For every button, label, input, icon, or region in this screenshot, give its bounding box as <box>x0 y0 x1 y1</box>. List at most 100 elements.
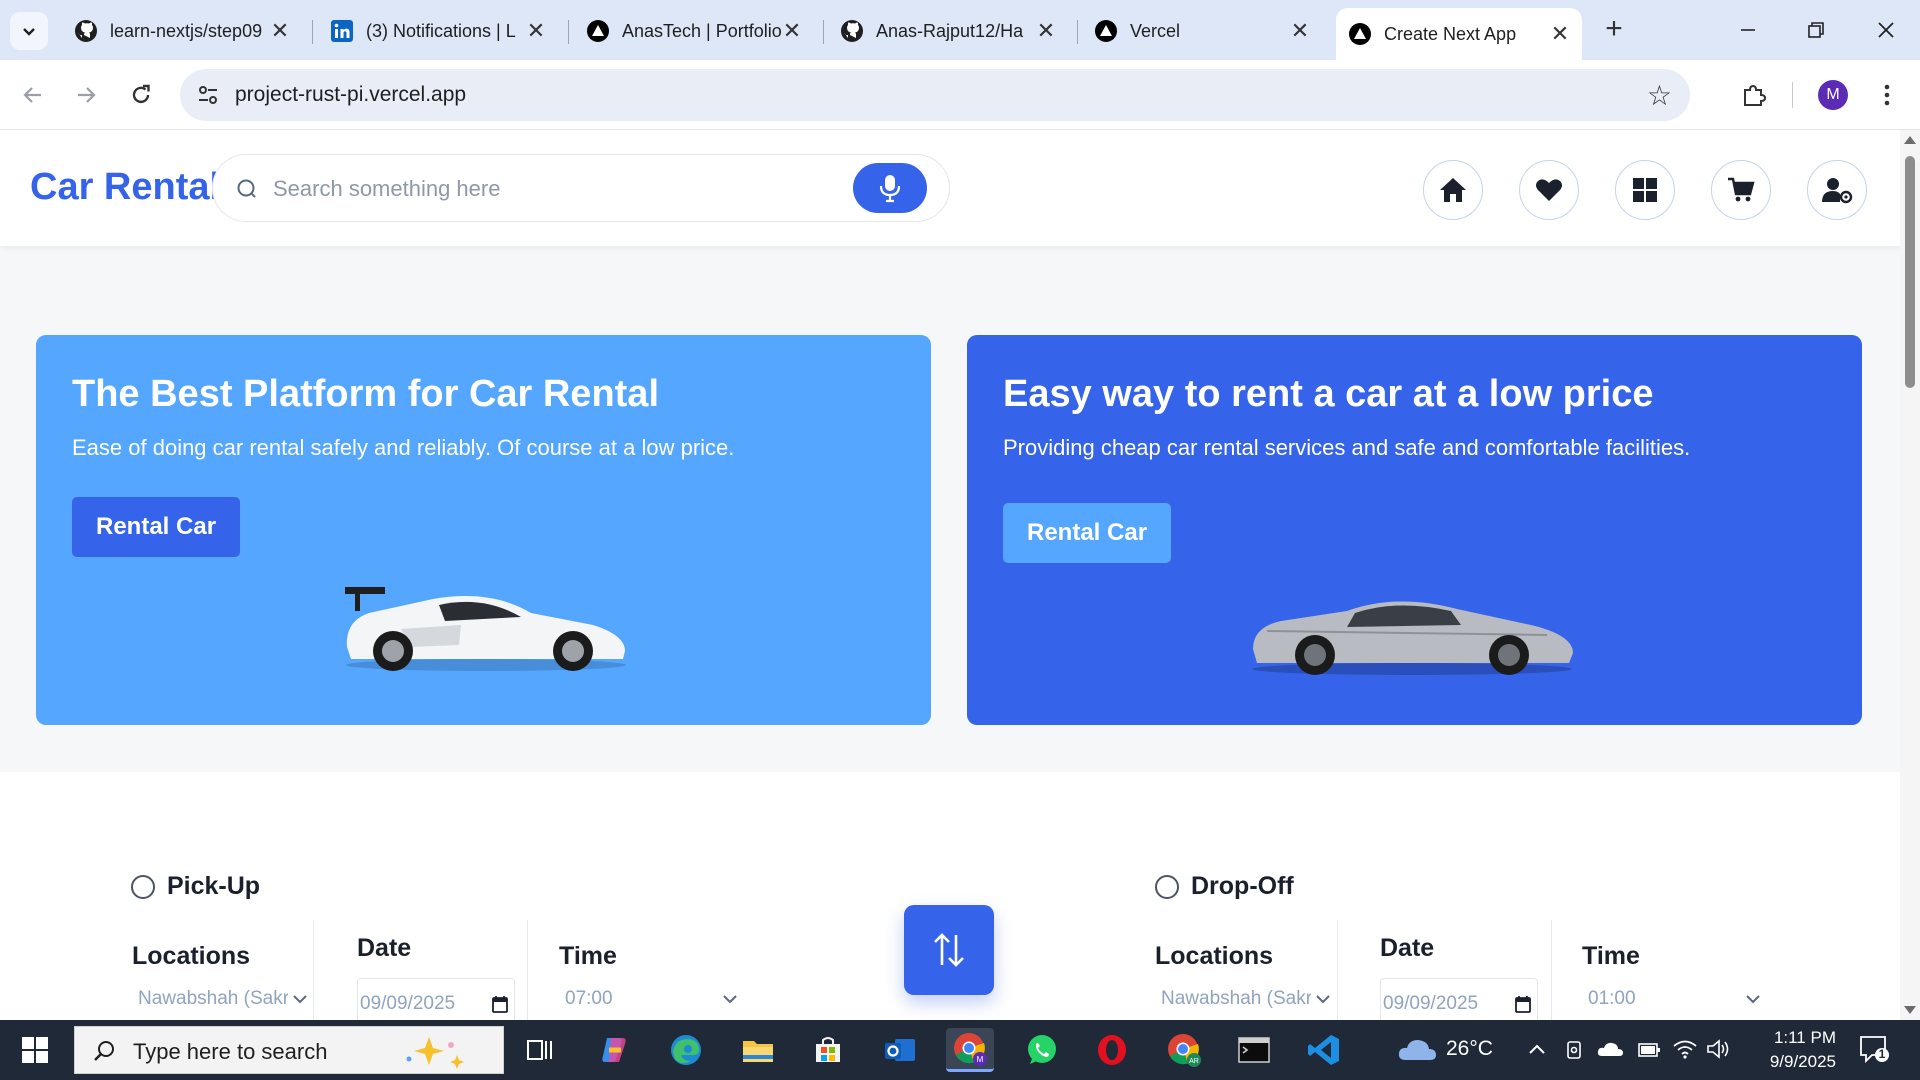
pickup-option[interactable]: Pick-Up <box>131 872 260 901</box>
scrollbar-thumb[interactable] <box>1905 156 1915 388</box>
vercel-icon <box>586 19 610 43</box>
minimize-button[interactable] <box>1726 10 1770 50</box>
close-tab-icon[interactable]: ✕ <box>526 18 546 44</box>
calendar-icon[interactable] <box>492 995 508 1013</box>
home-icon <box>1440 178 1466 202</box>
whatsapp-app[interactable] <box>1018 1028 1066 1072</box>
browser-tab[interactable]: Vercel ✕ <box>1082 10 1322 52</box>
chevron-up-icon[interactable] <box>1528 1042 1546 1056</box>
close-tab-icon[interactable]: ✕ <box>782 18 802 44</box>
site-header: Car Rental Search something here <box>0 130 1900 246</box>
file-explorer-app[interactable] <box>734 1028 782 1072</box>
close-window-button[interactable] <box>1864 10 1908 50</box>
calendar-icon[interactable] <box>1515 995 1531 1013</box>
promo-subtitle: Ease of doing car rental safely and reli… <box>72 435 735 460</box>
notification-count: 1 <box>1878 1047 1886 1061</box>
dropoff-option[interactable]: Drop-Off <box>1155 872 1294 901</box>
chrome-profile-icon: M <box>954 1032 987 1066</box>
pickup-locations-label: Locations <box>132 942 251 970</box>
swap-locations-button[interactable] <box>904 905 994 995</box>
home-button[interactable] <box>1423 160 1483 220</box>
close-tab-icon[interactable]: ✕ <box>1550 21 1570 47</box>
browser-tab[interactable]: AnasTech | Portfolio ✕ <box>574 10 814 52</box>
dropoff-time-select[interactable]: 01:00 <box>1588 988 1708 1010</box>
search-input[interactable]: Search something here <box>273 176 500 202</box>
site-logo[interactable]: Car Rental <box>30 166 220 209</box>
pickup-time-select[interactable]: 07:00 <box>565 988 685 1010</box>
taskbar-search-box[interactable]: Type here to search <box>74 1026 504 1074</box>
browser-menu-button[interactable] <box>1868 76 1906 114</box>
chrome-app[interactable]: M <box>946 1028 994 1072</box>
restore-button[interactable] <box>1794 10 1838 50</box>
promo-title: Easy way to rent a car at a low price <box>1003 373 1654 415</box>
cart-button[interactable] <box>1711 160 1771 220</box>
tab-search-button[interactable] <box>10 12 48 50</box>
copilot-app[interactable] <box>590 1028 638 1072</box>
address-bar[interactable]: project-rust-pi.vercel.app ☆ <box>180 69 1690 121</box>
windows-start-icon[interactable] <box>14 1032 56 1068</box>
terminal-app[interactable] <box>1230 1028 1278 1072</box>
svg-text:M: M <box>977 1055 984 1064</box>
weather-temperature[interactable]: 26°C <box>1446 1037 1493 1061</box>
browser-tab[interactable]: learn-nextjs/step09 ✕ <box>62 10 302 52</box>
edge-app[interactable] <box>662 1028 710 1072</box>
task-view-button[interactable] <box>516 1028 564 1072</box>
puzzle-icon <box>1744 84 1767 106</box>
task-view-icon <box>527 1040 552 1060</box>
close-tab-icon[interactable]: ✕ <box>1036 18 1056 44</box>
dropoff-date-input[interactable]: 09/09/2025 <box>1380 978 1538 1020</box>
chrome-app-secondary[interactable]: AR <box>1160 1028 1208 1072</box>
microsoft-store-app[interactable] <box>804 1028 852 1072</box>
chevron-down-icon[interactable] <box>292 993 308 1005</box>
volume-icon[interactable] <box>1706 1038 1732 1060</box>
back-button[interactable] <box>14 76 52 114</box>
site-settings-icon[interactable] <box>196 83 220 107</box>
taskbar-clock[interactable]: 1:11 PM 9/9/2025 <box>1740 1026 1836 1074</box>
dropoff-radio[interactable] <box>1155 874 1179 899</box>
outlook-app[interactable] <box>876 1028 924 1072</box>
reload-button[interactable] <box>122 76 160 114</box>
onedrive-cloud-icon[interactable] <box>1596 1040 1624 1058</box>
pickup-location-select[interactable]: Nawabshah (Sakrand) <box>138 988 288 1010</box>
battery-icon[interactable] <box>1636 1040 1662 1060</box>
account-button[interactable] <box>1807 160 1867 220</box>
close-tab-icon[interactable]: ✕ <box>1290 18 1310 44</box>
chevron-down-icon[interactable] <box>1745 993 1761 1005</box>
new-tab-button[interactable]: + <box>1596 12 1632 48</box>
opera-app[interactable] <box>1088 1028 1136 1072</box>
chevron-down-icon[interactable] <box>722 993 738 1005</box>
promo-card-best-platform: The Best Platform for Car Rental Ease of… <box>36 335 931 725</box>
browser-tab[interactable]: (3) Notifications | L ✕ <box>318 10 558 52</box>
dropoff-location-select[interactable]: Nawabshah (Sakrand) <box>1161 988 1311 1010</box>
scroll-up-arrow-icon[interactable] <box>1904 136 1916 144</box>
meet-now-icon[interactable] <box>1564 1039 1586 1061</box>
page-scrollbar[interactable] <box>1900 130 1920 1020</box>
extensions-button[interactable] <box>1735 76 1773 114</box>
browser-tab[interactable]: Anas-Rajput12/Ha ✕ <box>828 10 1068 52</box>
voice-search-button[interactable] <box>853 163 927 213</box>
browser-tab-active[interactable]: Create Next App ✕ <box>1336 8 1582 60</box>
forward-button[interactable] <box>67 76 105 114</box>
dashboard-icon <box>1633 178 1657 202</box>
pickup-date-input[interactable]: 09/09/2025 <box>357 978 515 1020</box>
close-tab-icon[interactable]: ✕ <box>270 18 290 44</box>
wifi-icon[interactable] <box>1672 1038 1698 1060</box>
dashboard-button[interactable] <box>1615 160 1675 220</box>
scroll-down-arrow-icon[interactable] <box>1904 1006 1916 1014</box>
notification-center-button[interactable]: 1 <box>1858 1034 1890 1064</box>
vscode-app[interactable] <box>1300 1028 1348 1072</box>
rental-car-button[interactable]: Rental Car <box>72 497 241 557</box>
site-search-bar[interactable]: Search something here <box>212 154 950 222</box>
rental-car-button[interactable]: Rental Car <box>1003 503 1172 563</box>
promo-subtitle: Providing cheap car rental services and … <box>1003 435 1691 460</box>
cloudy-weather-icon[interactable] <box>1396 1036 1438 1064</box>
tab-title: Anas-Rajput12/Ha <box>876 20 1024 41</box>
favorites-button[interactable] <box>1519 160 1579 220</box>
tab-divider <box>312 20 313 44</box>
profile-avatar[interactable]: M <box>1818 80 1848 110</box>
chevron-down-icon <box>23 28 35 36</box>
search-highlight-icon <box>406 1037 464 1069</box>
bookmark-star-icon[interactable]: ☆ <box>1647 79 1672 112</box>
chevron-down-icon[interactable] <box>1315 993 1331 1005</box>
pickup-radio[interactable] <box>131 874 155 899</box>
